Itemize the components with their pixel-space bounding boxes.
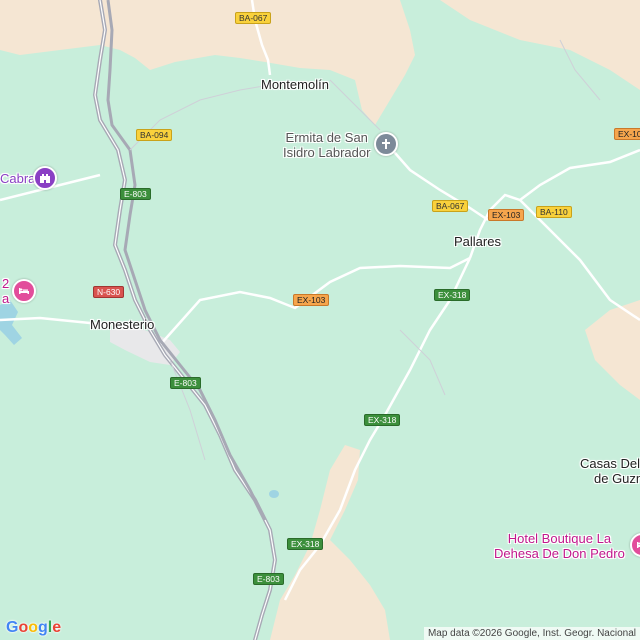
road-shield-ex103[interactable]: EX-103 <box>293 294 330 306</box>
road-shield-ba094[interactable]: BA-094 <box>136 129 173 141</box>
google-logo-letter: o <box>18 619 29 636</box>
cross-icon[interactable] <box>374 132 398 156</box>
poi-label-hotel[interactable]: Hotel Boutique La Dehesa De Don Pedro <box>494 531 625 561</box>
road-shield-ex103[interactable]: EX-103 <box>488 209 525 221</box>
poi-label-ermita-line1: Ermita de San <box>285 130 368 145</box>
reservoir <box>0 300 22 345</box>
pond <box>269 490 279 498</box>
google-logo-letter: o <box>28 619 39 636</box>
poi-label-cabra[interactable]: Cabra <box>0 171 35 186</box>
sand-area-topright <box>440 0 640 90</box>
google-logo-letter: G <box>6 619 19 636</box>
google-logo-letter: g <box>38 619 48 636</box>
road-shield-e803[interactable]: E-803 <box>170 377 201 389</box>
highway-n630 <box>106 0 267 521</box>
road-shield-n630[interactable]: N-630 <box>93 286 125 298</box>
road-shield-ex318[interactable]: EX-318 <box>287 538 324 550</box>
place-label-casas[interactable]: Casas Del de Guzm <box>580 456 640 486</box>
place-label-pallares[interactable]: Pallares <box>454 234 501 249</box>
place-label-monesterio[interactable]: Monesterio <box>90 317 154 332</box>
poi-label-ermita-line2: Isidro Labrador <box>283 145 371 160</box>
poi-label-hotel-line2: Dehesa De Don Pedro <box>494 546 625 561</box>
google-logo[interactable]: Google <box>6 619 61 637</box>
poi-label-left-partial-2[interactable]: a <box>2 291 9 306</box>
place-label-casas-line1: Casas Del <box>580 456 640 471</box>
road-shield-ex318[interactable]: EX-318 <box>434 289 471 301</box>
map-canvas[interactable]: Montemolín Ermita de San Isidro Labrador… <box>0 0 640 640</box>
road-shield-ex10-partial[interactable]: EX-10 <box>614 128 640 140</box>
place-label-casas-line2: de Guzm <box>594 471 640 486</box>
road-shield-ba110[interactable]: BA-110 <box>536 206 572 218</box>
poi-label-ermita[interactable]: Ermita de San Isidro Labrador <box>283 130 370 160</box>
road-shield-e803[interactable]: E-803 <box>120 188 151 200</box>
castle-icon[interactable] <box>33 166 57 190</box>
road-shield-e803[interactable]: E-803 <box>253 573 284 585</box>
road-shield-ex318[interactable]: EX-318 <box>364 414 401 426</box>
google-logo-letter: e <box>52 619 62 636</box>
map-attribution[interactable]: Map data ©2026 Google, Inst. Geogr. Naci… <box>423 627 640 640</box>
road-shield-ba067[interactable]: BA-067 <box>432 200 469 212</box>
place-label-montemolin[interactable]: Montemolín <box>261 77 329 92</box>
bed-icon[interactable] <box>12 279 36 303</box>
sand-area-top <box>0 0 415 125</box>
poi-label-hotel-line1: Hotel Boutique La <box>507 531 612 546</box>
poi-label-left-partial-1[interactable]: 2 <box>2 276 9 291</box>
road-shield-ba067[interactable]: BA-067 <box>235 12 272 24</box>
